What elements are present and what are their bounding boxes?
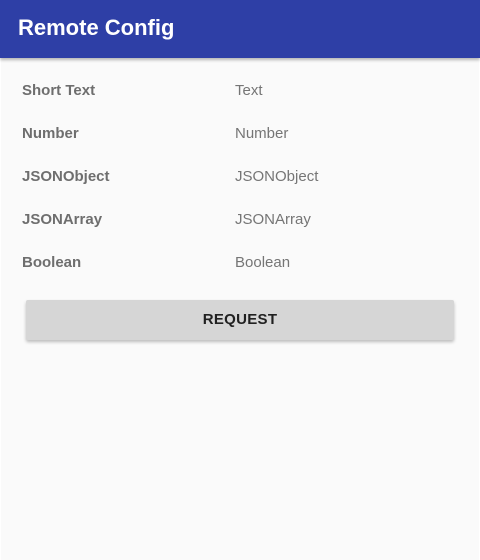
- config-label-boolean: Boolean: [22, 254, 82, 271]
- config-label-jsonobject: JSONObject: [22, 168, 110, 185]
- config-row-number: Number Number: [1, 122, 479, 146]
- config-value-jsonarray: JSONArray: [235, 211, 311, 228]
- config-label-number: Number: [22, 125, 79, 142]
- request-button[interactable]: REQUEST: [26, 300, 454, 340]
- config-value-jsonobject: JSONObject: [235, 168, 319, 185]
- config-label-short-text: Short Text: [22, 82, 96, 99]
- config-label-jsonarray: JSONArray: [22, 211, 103, 228]
- config-row-short-text: Short Text Text: [1, 79, 479, 103]
- config-value-number: Number: [235, 125, 289, 142]
- config-row-jsonarray: JSONArray JSONArray: [1, 208, 479, 232]
- config-value-boolean: Boolean: [235, 254, 291, 271]
- main-content: Short Text Text Number Number JSONObject…: [1, 58, 479, 560]
- config-row-jsonobject: JSONObject JSONObject: [1, 165, 479, 189]
- page-title: Remote Config: [18, 15, 175, 40]
- config-value-short-text: Text: [235, 82, 263, 99]
- config-row-boolean: Boolean Boolean: [1, 251, 479, 275]
- app-bar: Remote Config: [0, 0, 480, 58]
